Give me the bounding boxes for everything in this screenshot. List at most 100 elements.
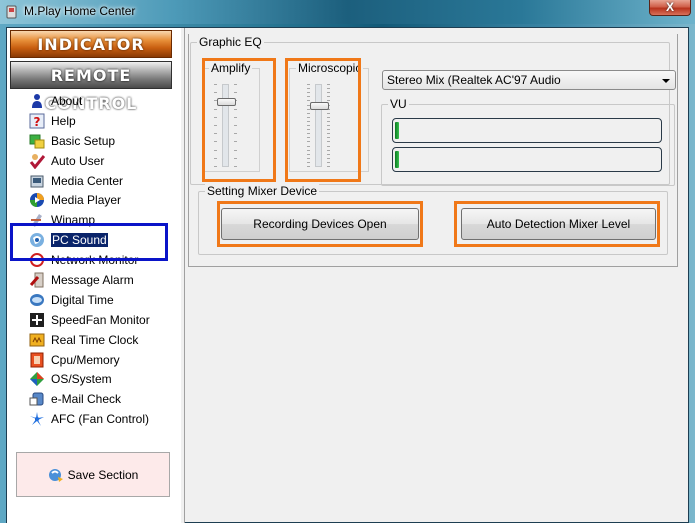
slider-tick (214, 108, 217, 110)
microscopic-slider-thumb[interactable] (310, 102, 329, 110)
slider-tick (307, 157, 310, 159)
slider-tick (234, 84, 237, 85)
slider-tick (327, 145, 330, 147)
slider-tick (327, 166, 330, 167)
digital-time-icon (30, 293, 44, 306)
slider-tick (307, 112, 310, 114)
indicator-tab[interactable]: INDICATOR (10, 30, 172, 58)
vu-meter-right-fill (395, 151, 399, 168)
title-bar: M.Play Home Center X (0, 0, 695, 24)
window-title: M.Play Home Center (24, 4, 136, 18)
sidebar-item-digital-time[interactable]: Digital Time (7, 290, 177, 310)
app-icon (6, 5, 17, 19)
slider-tick (234, 133, 237, 135)
remote-control-tab[interactable]: REMOTE CONTROL (10, 61, 172, 113)
os-icon (30, 372, 44, 387)
sidebar-item-basic-setup[interactable]: Basic Setup (7, 131, 177, 151)
slider-tick (327, 161, 330, 163)
sidebar-item-cpu-memory[interactable]: Cpu/Memory (7, 350, 177, 370)
slider-tick (327, 120, 330, 122)
slider-tick (214, 125, 217, 126)
slider-tick (214, 141, 217, 143)
slider-tick (307, 145, 310, 147)
slider-tick (307, 125, 310, 126)
slider-tick (307, 166, 310, 167)
slider-tick (327, 141, 330, 143)
slider-tick (307, 88, 310, 90)
slider-tick (307, 100, 310, 102)
amplify-ticks-left (214, 84, 218, 167)
vu-meter-left (392, 118, 662, 143)
slider-tick (307, 120, 310, 122)
slider-tick (327, 157, 330, 159)
slider-tick (214, 133, 217, 135)
vu-meter-left-fill (395, 122, 399, 139)
pc-sound-icon (30, 233, 44, 248)
slider-tick (214, 166, 217, 167)
sidebar: INDICATOR REMOTE CONTROL About ? Help Ba… (7, 28, 185, 523)
sidebar-item-about[interactable]: About (7, 91, 177, 111)
auto-detection-mixer-level-button[interactable]: Auto Detection Mixer Level (461, 208, 656, 240)
slider-tick (214, 157, 217, 159)
sidebar-item-pc-sound[interactable]: PC Sound (7, 230, 177, 250)
sidebar-item-winamp[interactable]: Winamp (7, 210, 177, 230)
slider-tick (327, 129, 330, 131)
sidebar-item-auto-user[interactable]: Auto User (7, 151, 177, 171)
slider-tick (327, 125, 330, 126)
sidebar-item-afc-fan-control[interactable]: AFC (Fan Control) (7, 409, 177, 429)
amplify-slider-thumb[interactable] (217, 97, 236, 106)
setup-icon (29, 134, 45, 149)
sidebar-item-media-center[interactable]: Media Center (7, 171, 177, 191)
sidebar-item-os-system[interactable]: OS/System (7, 369, 177, 389)
slider-tick (234, 116, 237, 118)
save-icon (48, 468, 63, 482)
slider-tick (327, 133, 330, 135)
slider-tick (307, 84, 310, 85)
slider-tick (327, 112, 330, 114)
slider-tick (307, 149, 310, 151)
slider-tick (327, 149, 330, 151)
sidebar-item-help[interactable]: ? Help (7, 111, 177, 131)
slider-tick (214, 92, 217, 94)
slider-tick (214, 116, 217, 118)
amplify-ticks-right (234, 84, 238, 167)
help-icon: ? (29, 113, 45, 129)
sidebar-item-message-alarm[interactable]: Message Alarm (7, 270, 177, 290)
slider-tick (307, 161, 310, 163)
amplify-label: Amplify (209, 61, 253, 75)
audio-device-value: Stereo Mix (Realtek AC'97 Audio (387, 73, 561, 87)
sidebar-item-speedfan-monitor[interactable]: SpeedFan Monitor (7, 310, 177, 330)
chevron-down-icon[interactable] (662, 79, 670, 83)
microscopic-group: Microscopic (285, 60, 369, 177)
slider-tick (307, 141, 310, 143)
vu-group: VU (381, 97, 675, 186)
audio-device-select[interactable]: Stereo Mix (Realtek AC'97 Audio (382, 70, 676, 90)
microscopic-slider-track[interactable] (315, 84, 322, 167)
slider-tick (327, 92, 330, 94)
message-alarm-icon (29, 272, 44, 288)
vu-meter-right (392, 147, 662, 172)
sidebar-item-network-monitor[interactable]: Network Monitor (7, 250, 177, 270)
email-icon (29, 392, 44, 406)
sidebar-item-email-check[interactable]: e-Mail Check (7, 389, 177, 409)
fan-icon (30, 412, 44, 427)
nav-list: About ? Help Basic Setup Auto User Media… (7, 91, 177, 429)
amplify-slider-track[interactable] (222, 84, 229, 167)
setting-mixer-title: Setting Mixer Device (205, 184, 320, 198)
vu-title: VU (388, 97, 409, 111)
sidebar-item-media-player[interactable]: Media Player (7, 190, 177, 210)
slider-tick (327, 88, 330, 90)
microscopic-label: Microscopic (296, 61, 364, 75)
recording-devices-open-button[interactable]: Recording Devices Open (221, 208, 419, 240)
save-section-button[interactable]: Save Section (16, 452, 170, 497)
speedfan-icon (30, 312, 44, 327)
slider-tick (234, 92, 237, 94)
close-button[interactable]: X (649, 0, 691, 16)
svg-text:?: ? (34, 115, 41, 129)
sidebar-item-real-time-clock[interactable]: Real Time Clock (7, 330, 177, 350)
amplify-group: Amplify (196, 60, 266, 177)
winamp-icon (31, 214, 42, 228)
slider-tick (234, 125, 237, 126)
slider-tick (307, 92, 310, 94)
slider-tick (234, 141, 237, 143)
